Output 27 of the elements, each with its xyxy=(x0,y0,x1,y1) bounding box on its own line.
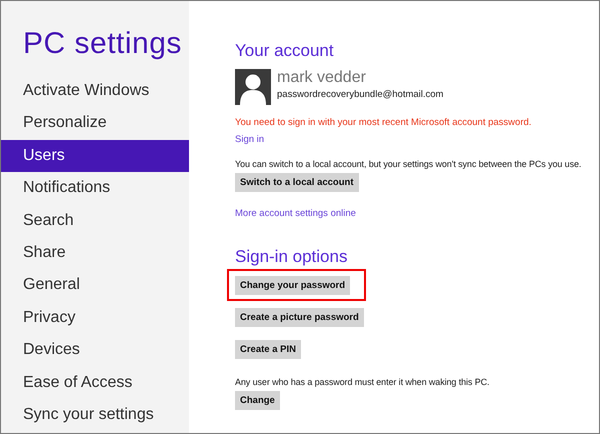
sidebar-item[interactable]: Users xyxy=(1,140,189,172)
warning-text: You need to sign in with your most recent Microsoft account password. xyxy=(235,117,532,128)
sign-in-link[interactable]: Sign in xyxy=(235,134,264,145)
option-button[interactable]: Create a PIN xyxy=(235,340,301,359)
sidebar-item[interactable]: Notifications xyxy=(1,172,189,205)
avatar-icon xyxy=(235,69,271,105)
user-name: mark vedder xyxy=(277,69,367,87)
sidebar-item[interactable]: Share xyxy=(1,236,189,270)
option-button[interactable]: Create a picture password xyxy=(235,308,364,327)
option-button[interactable]: Change your password xyxy=(235,276,350,295)
sidebar-item[interactable]: Devices xyxy=(1,334,189,367)
switch-note: You can switch to a local account, but your settings won't sync between the PCs you use. xyxy=(235,159,582,169)
app-title: PC settings xyxy=(22,27,183,61)
sidebar-item[interactable]: Personalize xyxy=(1,107,189,140)
sidebar-item[interactable]: Search xyxy=(1,204,189,237)
sidebar-item[interactable]: Sync your settings xyxy=(1,398,189,432)
user-email: passwordrecoverybundle@hotmail.com xyxy=(277,89,444,100)
sidebar-item[interactable]: General xyxy=(1,269,189,302)
account-settings-link[interactable]: More account settings online xyxy=(235,208,356,219)
change-button[interactable]: Change xyxy=(235,391,280,410)
wake-note: Any user who has a password must enter it when waking this PC. xyxy=(235,377,490,387)
section-heading: Sign-in options xyxy=(235,247,348,267)
sidebar-item[interactable]: Ease of Access xyxy=(1,366,189,399)
switch-account-button[interactable]: Switch to a local account xyxy=(235,173,358,192)
sidebar-item[interactable]: Activate Windows xyxy=(1,75,189,108)
section-heading: Your account xyxy=(235,41,334,61)
sidebar-item[interactable]: Privacy xyxy=(1,302,189,334)
